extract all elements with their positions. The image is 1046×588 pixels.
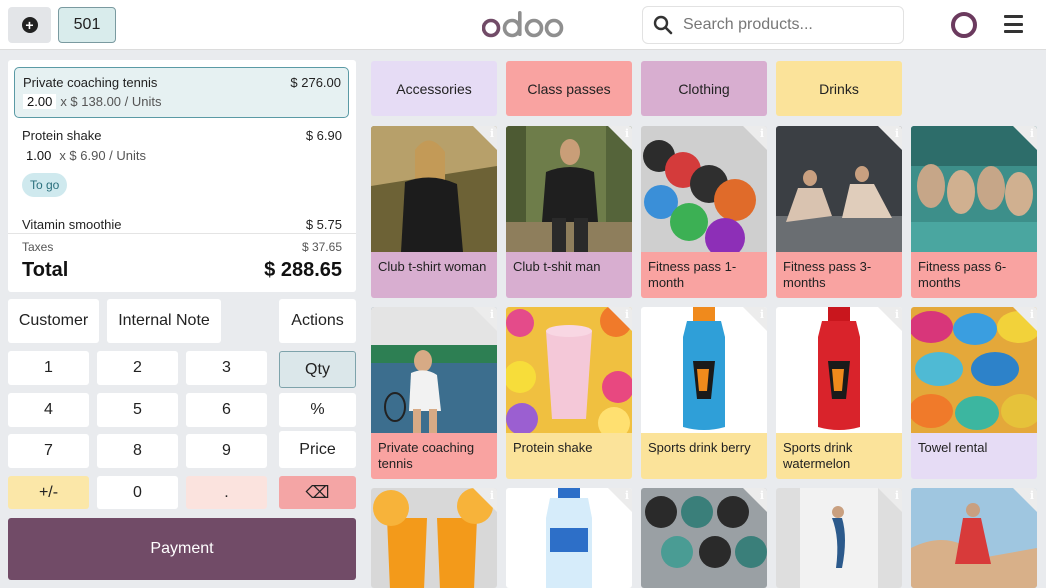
plus-circle-icon: + (21, 17, 38, 33)
customer-button[interactable]: Customer (8, 299, 99, 343)
product-name: Protein shake (506, 433, 632, 479)
new-order-button[interactable]: + (8, 7, 51, 43)
actions-button[interactable]: Actions (279, 299, 356, 343)
orderline-product-name: Vitamin smoothie (22, 217, 122, 232)
product-name: Fitness pass 1-month (641, 252, 767, 298)
plus-minus-button[interactable]: +/- (8, 476, 89, 509)
numpad-key-0[interactable]: 0 (97, 476, 178, 509)
search-input[interactable] (683, 16, 893, 34)
orderline[interactable]: Vitamin smoothie $ 5.75 (8, 210, 356, 233)
odoo-logo (482, 11, 564, 38)
product-name: Towel rental (911, 433, 1037, 479)
info-icon[interactable]: i (760, 489, 764, 502)
to-go-badge[interactable]: To go (22, 173, 68, 197)
orderline-unit-price: x $ 6.90 / Units (59, 148, 147, 163)
numpad-key-5[interactable]: 5 (97, 393, 178, 427)
numpad-key-2[interactable]: 2 (97, 351, 178, 385)
product-card[interactable]: i (506, 488, 632, 588)
orderline-unit-price: x $ 138.00 / Units (60, 94, 162, 109)
info-icon[interactable]: i (760, 127, 764, 140)
backspace-button[interactable]: ⌫ (279, 476, 356, 509)
product-card[interactable]: i Fitness pass 1-month (641, 126, 767, 298)
internal-note-button[interactable]: Internal Note (107, 299, 221, 343)
info-icon[interactable]: i (625, 127, 629, 140)
backspace-icon: ⌫ (305, 482, 330, 502)
product-card[interactable]: i Fitness pass 3-months (776, 126, 902, 298)
discount-mode-button[interactable]: % (279, 393, 356, 427)
orderline-qty: 2.00 x $ 138.00 / Units (23, 94, 161, 109)
info-icon[interactable]: i (895, 308, 899, 321)
orderline-price: $ 276.00 (290, 75, 341, 90)
numpad-key-6[interactable]: 6 (186, 393, 267, 427)
info-icon[interactable]: i (760, 308, 764, 321)
orderline-qty-value: 2.00 (23, 94, 57, 109)
numpad-key-7[interactable]: 7 (8, 434, 89, 468)
taxes-label: Taxes (22, 240, 54, 254)
info-icon[interactable]: i (1030, 308, 1034, 321)
price-mode-button[interactable]: Price (279, 431, 356, 468)
orderline-price: $ 6.90 (305, 128, 342, 143)
top-bar: + 501 (0, 0, 1046, 50)
payment-button[interactable]: Payment (8, 518, 356, 580)
info-icon[interactable]: i (490, 127, 494, 140)
orderline-product-name: Private coaching tennis (23, 75, 158, 90)
product-card[interactable]: i Sports drink watermelon (776, 307, 902, 479)
category-clothing[interactable]: Clothing (641, 61, 767, 116)
orderline[interactable]: Private coaching tennis $ 276.00 2.00 x $… (14, 67, 349, 118)
product-name: Fitness pass 6-months (911, 252, 1037, 298)
product-name: Private coaching tennis (371, 433, 497, 479)
product-card[interactable]: i (911, 488, 1037, 588)
product-card[interactable]: i Private coaching tennis (371, 307, 497, 479)
orderline-qty: 1.00 x $ 6.90 / Units (22, 148, 146, 163)
qty-mode-button[interactable]: Qty (279, 351, 356, 388)
product-name: Sports drink watermelon (776, 433, 902, 479)
info-icon[interactable]: i (895, 489, 899, 502)
total-label: Total (22, 259, 69, 281)
orderline-qty-value: 1.00 (22, 148, 56, 163)
totals-divider (8, 233, 356, 234)
product-card[interactable]: i Sports drink berry (641, 307, 767, 479)
product-card[interactable]: i (371, 488, 497, 588)
hamburger-menu-icon[interactable] (1004, 15, 1023, 33)
category-accessories[interactable]: Accessories (371, 61, 497, 116)
info-icon[interactable]: i (490, 308, 494, 321)
orderline-price: $ 5.75 (305, 217, 342, 232)
product-search[interactable] (642, 6, 904, 44)
product-card[interactable]: i Protein shake (506, 307, 632, 479)
numpad-key-9[interactable]: 9 (186, 434, 267, 468)
category-drinks[interactable]: Drinks (776, 61, 902, 116)
numpad-key-4[interactable]: 4 (8, 393, 89, 427)
orderline-product-name: Protein shake (22, 128, 102, 143)
user-avatar-icon[interactable] (951, 12, 977, 38)
numpad-key-1[interactable]: 1 (8, 351, 89, 385)
order-summary: Private coaching tennis $ 276.00 2.00 x $… (8, 60, 356, 292)
product-card[interactable]: i (776, 488, 902, 588)
taxes-value: $ 37.65 (301, 240, 342, 254)
info-icon[interactable]: i (625, 489, 629, 502)
numpad-key-3[interactable]: 3 (186, 351, 267, 385)
orderline[interactable]: Protein shake $ 6.90 1.00 x $ 6.90 / Unit… (8, 121, 356, 206)
info-icon[interactable]: i (895, 127, 899, 140)
product-name: Fitness pass 3-months (776, 252, 902, 298)
product-name: Club t-shit man (506, 252, 632, 298)
info-icon[interactable]: i (625, 308, 629, 321)
product-card[interactable]: i Club t-shit man (506, 126, 632, 298)
product-card[interactable]: i Fitness pass 6-months (911, 126, 1037, 298)
product-card[interactable]: i (641, 488, 767, 588)
decimal-point-button[interactable]: . (186, 476, 267, 509)
order-tab[interactable]: 501 (58, 7, 116, 43)
info-icon[interactable]: i (1030, 127, 1034, 140)
numpad-key-8[interactable]: 8 (97, 434, 178, 468)
info-icon[interactable]: i (490, 489, 494, 502)
info-icon[interactable]: i (1030, 489, 1034, 502)
product-name: Club t-shirt woman (371, 252, 497, 298)
product-card[interactable]: i Club t-shirt woman (371, 126, 497, 298)
product-name: Sports drink berry (641, 433, 767, 479)
category-class-passes[interactable]: Class passes (506, 61, 632, 116)
product-card[interactable]: i Towel rental (911, 307, 1037, 479)
total-value: $ 288.65 (264, 259, 342, 281)
search-icon (643, 6, 683, 44)
